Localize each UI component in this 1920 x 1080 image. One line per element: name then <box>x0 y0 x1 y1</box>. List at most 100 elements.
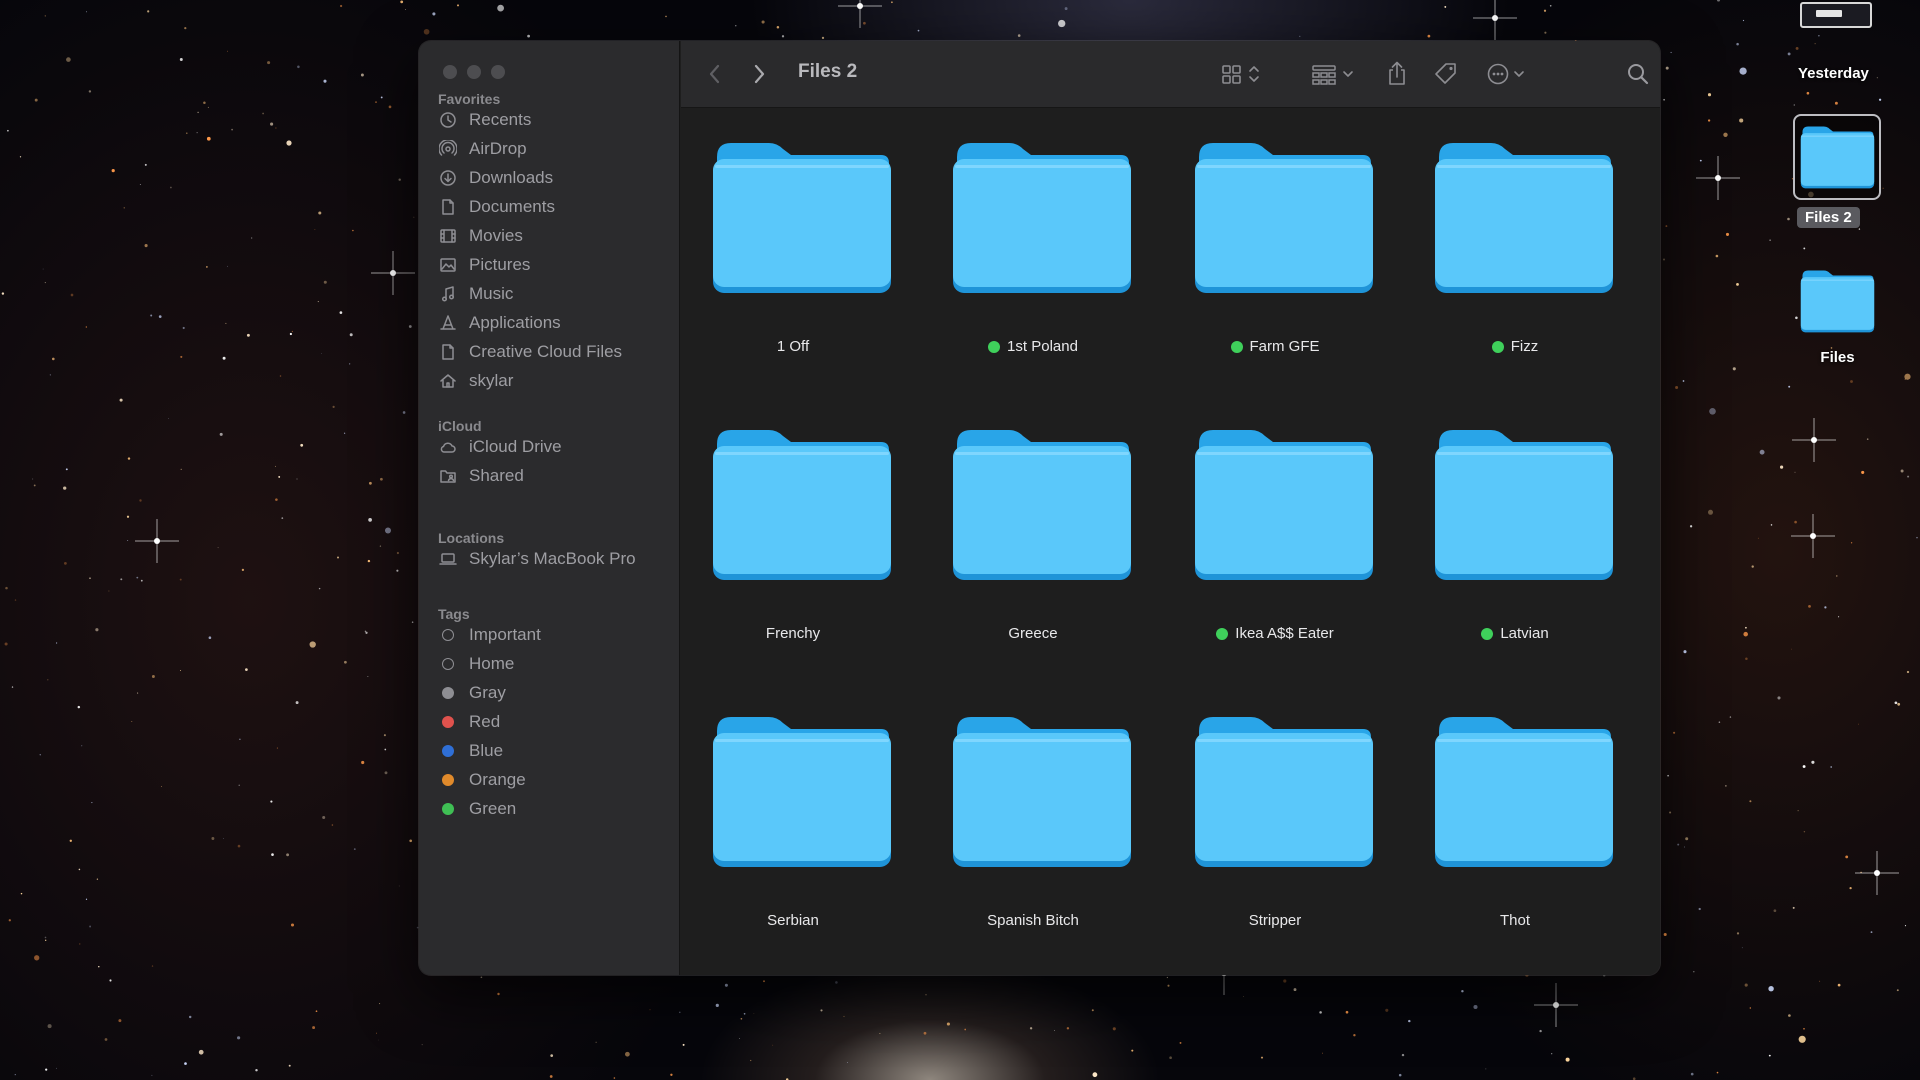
green-tag-dot <box>1216 627 1229 640</box>
zoom-button[interactable] <box>491 65 505 79</box>
view-mode-button[interactable] <box>1218 62 1266 86</box>
sidebar-item-applications[interactable]: Applications <box>438 308 668 338</box>
sidebar-item-label: Documents <box>469 197 555 216</box>
folder-name: Frenchy <box>765 625 821 642</box>
share-button[interactable] <box>1383 61 1411 86</box>
icon-grid-icon <box>1222 65 1259 84</box>
sidebar-tag-gray[interactable]: Gray <box>438 678 668 708</box>
document-icon <box>442 344 454 360</box>
folder-1-off[interactable]: 1 Off <box>693 139 893 379</box>
desktop-folder-files-2[interactable]: Files 2 <box>1790 114 1885 228</box>
sidebar-item-label: Important <box>469 625 541 644</box>
more-actions-button[interactable] <box>1485 62 1531 86</box>
download-icon <box>440 170 456 186</box>
sidebar-item-skylar[interactable]: skylar <box>438 366 668 396</box>
sidebar-item-label: Orange <box>469 770 526 789</box>
sidebar: Favorites Recents AirDrop Downloads Document… <box>419 41 680 975</box>
sidebar-item-skylar-s-macbook-pro[interactable]: Skylar’s MacBook Pro <box>438 544 668 574</box>
folder-farm-gfe[interactable]: Farm GFE <box>1175 139 1375 379</box>
folder-icon <box>1435 143 1613 293</box>
back-button[interactable] <box>703 62 727 86</box>
folder-serbian[interactable]: Serbian <box>693 713 893 953</box>
folder-icon <box>1435 717 1613 867</box>
chevron-left-icon <box>709 64 720 84</box>
folder-fizz[interactable]: Fizz <box>1415 139 1615 379</box>
window-title: Files 2 <box>798 61 858 82</box>
folder-icon <box>713 717 891 867</box>
sidebar-item-label: AirDrop <box>469 139 527 158</box>
sidebar-item-label: Pictures <box>469 255 531 274</box>
folder-greece[interactable]: Greece <box>933 426 1133 666</box>
sidebar-item-label: Downloads <box>469 168 554 187</box>
folder-icon <box>1435 430 1613 580</box>
sidebar-item-label: Creative Cloud Files <box>469 342 623 361</box>
folder-icon <box>713 430 891 580</box>
sidebar-item-pictures[interactable]: Pictures <box>438 250 668 280</box>
folder-1st-poland[interactable]: 1st Poland <box>933 139 1133 379</box>
group-button[interactable] <box>1309 62 1359 86</box>
folder-name: Greece <box>1008 625 1058 642</box>
green-tag-dot <box>1481 627 1494 640</box>
sidebar-tag-red[interactable]: Red <box>438 707 668 737</box>
folder-ikea-a-eater[interactable]: Ikea A$$ Eater <box>1175 426 1375 666</box>
desktop-folder-label: Files <box>1820 349 1855 366</box>
sidebar-tag-important[interactable]: Important <box>438 620 668 650</box>
applications-icon <box>440 315 456 330</box>
close-button[interactable] <box>443 65 457 79</box>
sidebar-item-creative-cloud-files[interactable]: Creative Cloud Files <box>438 337 668 367</box>
tag-color-dot <box>442 629 454 641</box>
sidebar-item-label: Music <box>469 284 514 303</box>
sidebar-tag-green[interactable]: Green <box>438 794 668 824</box>
sidebar-item-label: Movies <box>469 226 523 245</box>
sidebar-item-music[interactable]: Music <box>438 279 668 309</box>
folder-spanish-bitch[interactable]: Spanish Bitch <box>933 713 1133 953</box>
chevron-right-icon <box>754 64 765 84</box>
sidebar-item-documents[interactable]: Documents <box>438 192 668 222</box>
sidebar-item-label: Applications <box>469 313 561 332</box>
folder-stripper[interactable]: Stripper <box>1175 713 1375 953</box>
sidebar-tag-home[interactable]: Home <box>438 649 668 679</box>
sidebar-item-label: Home <box>469 654 515 673</box>
folder-icon <box>1800 270 1875 333</box>
sidebar-item-airdrop[interactable]: AirDrop <box>438 134 668 164</box>
sidebar-tag-blue[interactable]: Blue <box>438 736 668 766</box>
folder-name: Spanish Bitch <box>987 912 1079 929</box>
folder-frenchy[interactable]: Frenchy <box>693 426 893 666</box>
forward-button[interactable] <box>747 62 771 86</box>
folder-name: Serbian <box>767 912 819 929</box>
display-thumbnail[interactable] <box>1800 2 1872 28</box>
sidebar-tag-orange[interactable]: Orange <box>438 765 668 795</box>
folder-name: Ikea A$$ Eater <box>1235 625 1334 642</box>
laptop-icon <box>439 553 457 565</box>
sidebar-item-recents[interactable]: Recents <box>438 105 668 135</box>
folder-name: 1st Poland <box>1007 338 1078 355</box>
folder-icon <box>953 430 1131 580</box>
search-button[interactable] <box>1624 62 1652 86</box>
folder-thot[interactable]: Thot <box>1415 713 1615 953</box>
sidebar-item-icloud-drive[interactable]: iCloud Drive <box>438 432 668 462</box>
minimize-button[interactable] <box>467 65 481 79</box>
sidebar-item-label: Green <box>469 799 517 818</box>
folder-name: Thot <box>1499 912 1530 929</box>
desktop-stack-label: Yesterday <box>1798 65 1869 82</box>
sidebar-item-label: Recents <box>469 110 532 129</box>
tag-button[interactable] <box>1431 62 1461 86</box>
music-note-icon <box>441 286 455 302</box>
green-tag-dot <box>1491 340 1504 353</box>
shared-folder-icon <box>440 470 456 483</box>
search-icon <box>1628 64 1649 85</box>
folder-grid: 1 Off 1st Poland Farm GFE Fizz Frenchy Greece… <box>681 108 1660 975</box>
clock-icon <box>440 112 456 128</box>
folder-latvian[interactable]: Latvian <box>1415 426 1615 666</box>
film-icon <box>440 229 456 243</box>
share-icon <box>1389 61 1405 85</box>
folder-icon <box>1800 126 1875 189</box>
sidebar-item-movies[interactable]: Movies <box>438 221 668 251</box>
folder-icon <box>1195 717 1373 867</box>
sidebar-item-shared[interactable]: Shared <box>438 461 668 491</box>
desktop-folder-files[interactable]: Files <box>1790 268 1885 378</box>
folder-icon <box>953 143 1131 293</box>
sidebar-item-downloads[interactable]: Downloads <box>438 163 668 193</box>
folder-icon <box>1195 430 1373 580</box>
cloud-icon <box>440 442 456 453</box>
